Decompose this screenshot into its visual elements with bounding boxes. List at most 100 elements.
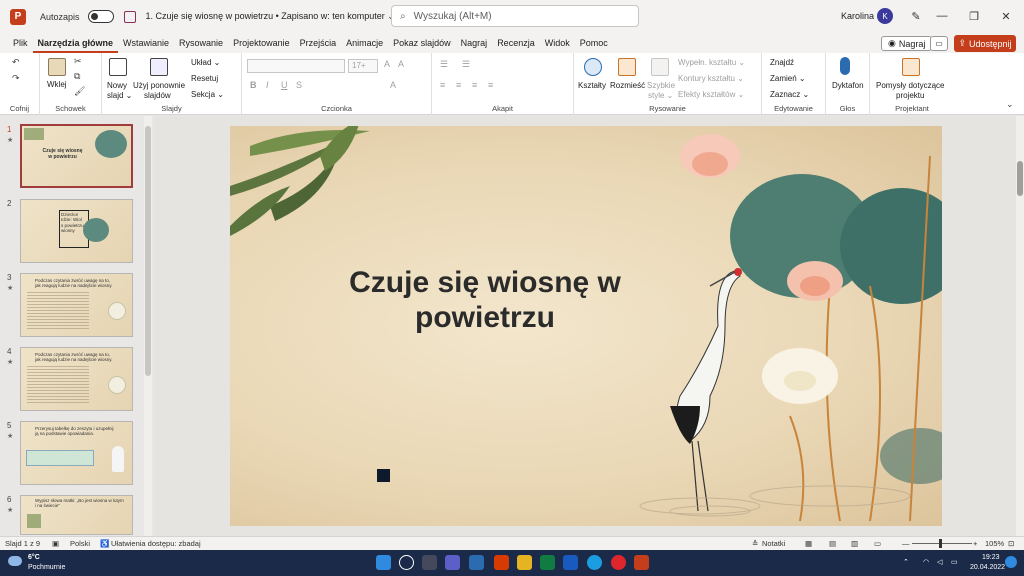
start-icon[interactable]: [376, 555, 391, 570]
quick-styles-label-2[interactable]: style ⌄: [648, 91, 673, 100]
replace-button[interactable]: Zamień ⌄: [770, 74, 806, 83]
arrange-button[interactable]: Rozmieść: [610, 81, 645, 90]
accessibility-icon[interactable]: ♿: [100, 539, 109, 548]
slideshow-icon[interactable]: ▭: [874, 539, 881, 548]
bullets-icon[interactable]: ☰: [440, 59, 448, 70]
clock-time[interactable]: 19:23: [982, 554, 1000, 561]
autosave-toggle[interactable]: [87, 10, 114, 23]
search-box[interactable]: ⌕ Wyszukaj (Alt+M): [391, 5, 639, 27]
find-button[interactable]: Znajdź: [770, 58, 794, 67]
arrange-icon[interactable]: [618, 58, 636, 76]
tab-draw[interactable]: Rysowanie: [174, 33, 228, 53]
zoom-slider[interactable]: [912, 539, 972, 548]
reset-button[interactable]: Resetuj: [191, 74, 218, 83]
strikethrough-icon[interactable]: S: [296, 80, 302, 90]
notes-button[interactable]: Notatki: [762, 539, 785, 548]
weather-desc[interactable]: Pochmurnie: [28, 564, 65, 571]
word-icon[interactable]: [563, 555, 578, 570]
file-explorer-icon[interactable]: [517, 555, 532, 570]
task-view-icon[interactable]: [422, 555, 437, 570]
placeholder-shape[interactable]: [377, 469, 390, 482]
justify-icon[interactable]: ≡: [488, 80, 493, 90]
document-title[interactable]: 1. Czuje się wiosnę w powietrzu • Zapisa…: [146, 11, 395, 22]
paste-button[interactable]: Wklej: [47, 80, 67, 89]
undo-icon[interactable]: ↶: [12, 57, 20, 68]
slide[interactable]: Czuje się wiosnę w powietrzu: [230, 126, 942, 526]
tab-design[interactable]: Projektowanie: [228, 33, 295, 53]
shape-fill-button[interactable]: Wypełn. kształtu ⌄: [678, 58, 745, 67]
volume-icon[interactable]: ◁: [937, 558, 942, 566]
quick-styles-label-1[interactable]: Szybkie: [647, 81, 675, 90]
layout-button[interactable]: Układ ⌄: [191, 58, 220, 67]
avatar[interactable]: K: [877, 8, 893, 24]
reading-view-icon[interactable]: ▥: [851, 539, 858, 548]
designer-icon[interactable]: [902, 58, 920, 76]
shapes-icon[interactable]: [584, 58, 602, 76]
powerpoint-taskbar-icon[interactable]: [634, 555, 649, 570]
quick-styles-icon[interactable]: [651, 58, 669, 76]
underline-icon[interactable]: U: [281, 80, 288, 90]
shape-outline-button[interactable]: Kontury kształtu ⌄: [678, 74, 744, 83]
tab-transitions[interactable]: Przejścia: [295, 33, 342, 53]
wifi-icon[interactable]: ◠: [923, 558, 929, 566]
grow-font-icon[interactable]: A: [384, 59, 390, 69]
reuse-slides-label-1[interactable]: Użyj ponownie: [133, 81, 185, 90]
tab-view[interactable]: Widok: [540, 33, 575, 53]
copy-icon[interactable]: ⧉: [74, 71, 80, 82]
battery-icon[interactable]: ▭: [951, 558, 958, 566]
cut-icon[interactable]: ✂: [74, 56, 82, 67]
search-icon[interactable]: [399, 555, 414, 570]
slide-thumbnail[interactable]: Wypisz słowa matki: „Bo jest wiosna w lu…: [20, 495, 133, 535]
microphone-icon[interactable]: [840, 57, 850, 75]
font-color-icon[interactable]: A: [390, 80, 396, 90]
chevron-up-icon[interactable]: ⌃: [903, 558, 909, 566]
fit-slide-icon[interactable]: ⊡: [1008, 539, 1014, 548]
scrollbar-thumb[interactable]: [145, 126, 151, 376]
tab-insert[interactable]: Wstawianie: [118, 33, 174, 53]
excel-icon[interactable]: [540, 555, 555, 570]
office-icon[interactable]: [494, 555, 509, 570]
pen-icon[interactable]: ✎: [906, 6, 926, 26]
format-painter-icon[interactable]: 🖌: [74, 86, 85, 97]
slide-sorter-icon[interactable]: ▤: [829, 539, 836, 548]
thumbnails-scrollbar[interactable]: [144, 116, 152, 536]
minimize-button[interactable]: —: [932, 6, 952, 26]
reuse-slides-label-2[interactable]: slajdów: [144, 91, 171, 100]
save-icon[interactable]: [123, 10, 136, 23]
new-slide-label-2[interactable]: slajd ⌄: [107, 91, 132, 100]
restore-button[interactable]: ❐: [964, 6, 984, 26]
font-name-box[interactable]: [247, 59, 345, 73]
notifications-icon[interactable]: [1005, 556, 1017, 568]
shapes-button[interactable]: Kształty: [578, 81, 606, 90]
slide-thumbnail[interactable]: Przerysuj tabelkę do zeszytu i uzupełnij…: [20, 421, 133, 485]
new-slide-icon[interactable]: [109, 58, 127, 76]
share-button[interactable]: ⇪ Udostępnij: [954, 35, 1016, 52]
notes-icon[interactable]: ≙: [752, 539, 758, 548]
tab-animations[interactable]: Animacje: [341, 33, 388, 53]
weather-temp[interactable]: 6°C: [28, 554, 40, 561]
shrink-font-icon[interactable]: A: [398, 59, 404, 69]
reuse-slides-icon[interactable]: [150, 58, 168, 76]
tab-record[interactable]: Nagraj: [456, 33, 493, 53]
tab-help[interactable]: Pomoc: [575, 33, 613, 53]
language-label[interactable]: Polski: [70, 539, 90, 548]
record-button[interactable]: ◉ Nagraj: [881, 36, 933, 51]
shape-effects-button[interactable]: Efekty kształtów ⌄: [678, 90, 744, 99]
tab-home[interactable]: Narzędzia główne: [32, 33, 119, 53]
opera-icon[interactable]: [611, 555, 626, 570]
numbering-icon[interactable]: ☰: [462, 59, 470, 70]
tab-slideshow[interactable]: Pokaz slajdów: [388, 33, 456, 53]
chat-icon[interactable]: [445, 555, 460, 570]
tab-file[interactable]: Plik: [8, 33, 33, 53]
tab-review[interactable]: Recenzja: [492, 33, 540, 53]
normal-view-icon[interactable]: ▦: [805, 539, 812, 548]
align-left-icon[interactable]: ≡: [440, 80, 445, 90]
mail-icon[interactable]: [469, 555, 484, 570]
collapse-ribbon-icon[interactable]: ⌄: [1006, 99, 1014, 110]
spellcheck-icon[interactable]: ▣: [52, 539, 59, 548]
select-button[interactable]: Zaznacz ⌄: [770, 90, 809, 99]
zoom-level[interactable]: 105%: [985, 539, 1004, 548]
close-button[interactable]: ✕: [996, 6, 1016, 26]
designer-label-2[interactable]: projektu: [896, 91, 924, 100]
section-button[interactable]: Sekcja ⌄: [191, 90, 224, 99]
